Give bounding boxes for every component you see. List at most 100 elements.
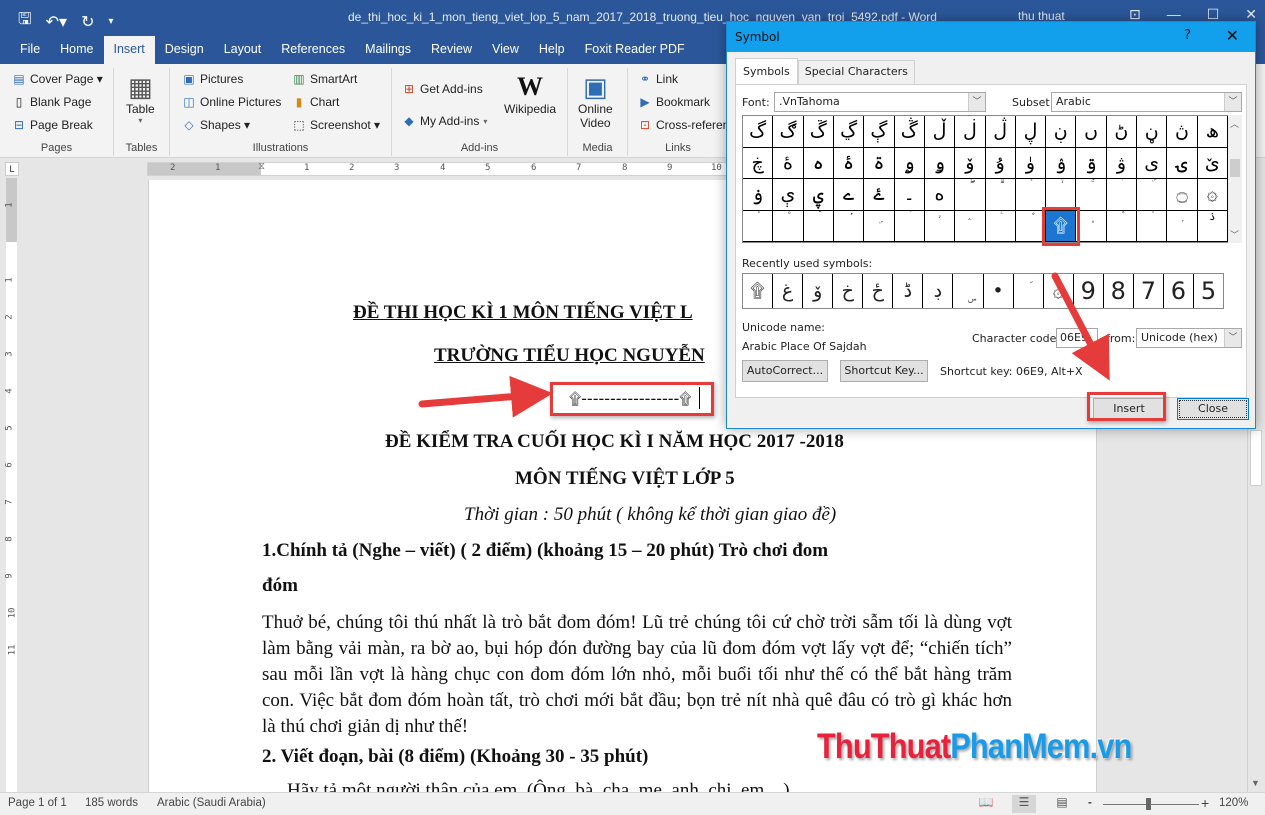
recent-symbol-cell[interactable]: 9: [1074, 274, 1104, 308]
subset-dropdown[interactable]: Arabic ﹀: [1051, 92, 1242, 112]
symbol-cell[interactable]: ۙ: [1046, 179, 1077, 211]
symbol-cell[interactable]: ڵ: [924, 116, 956, 148]
symbol-cell[interactable]: ۧ: [985, 210, 1016, 242]
symbol-cell[interactable]: ں: [1076, 116, 1107, 148]
recent-symbol-cell[interactable]: ۆ: [803, 274, 834, 308]
symbol-cell[interactable]: ۅ: [924, 147, 956, 179]
recent-symbol-cell[interactable]: 7: [1134, 274, 1164, 308]
scroll-up-icon[interactable]: ︿: [1230, 117, 1239, 130]
recent-symbol-cell[interactable]: •: [984, 274, 1014, 308]
redo-icon[interactable]: ↻: [81, 12, 94, 32]
symbol-grid[interactable]: گڰڱڲڳڴڵڶڷڸڹںڻڼڽھ ڿۀہۂۃۄۅۆۇۈۉۊۋیۍێ ۏېۑےۓ۔ەۖ…: [742, 115, 1228, 246]
online-video-button[interactable]: ▣ Online Video: [578, 72, 613, 130]
page-count[interactable]: Page 1 of 1: [8, 797, 67, 809]
shortcut-key-button[interactable]: Shortcut Key...: [840, 360, 928, 382]
symbol-cell[interactable]: ڸ: [1015, 116, 1047, 148]
recent-symbol-cell[interactable]: ؘ: [1014, 274, 1044, 308]
symbol-cell[interactable]: ۖ: [955, 179, 986, 211]
smartart-button[interactable]: ▥ SmartArt: [292, 72, 357, 86]
tab-mailings[interactable]: Mailings: [355, 36, 421, 64]
symbol-cell[interactable]: ی: [1137, 147, 1168, 179]
symbol-cell[interactable]: ۈ: [1015, 147, 1047, 179]
inserted-symbol-line[interactable]: ۩-----------------۩: [569, 389, 692, 409]
recent-symbol-cell[interactable]: غ: [773, 274, 804, 308]
chevron-down-icon[interactable]: ﹀: [1224, 329, 1241, 347]
read-mode-icon[interactable]: 📖: [974, 795, 998, 813]
symbol-grid-scroll-thumb[interactable]: [1230, 159, 1240, 177]
symbol-cell[interactable]: ۠: [773, 210, 804, 242]
tab-references[interactable]: References: [271, 36, 355, 64]
symbol-cell[interactable]: ۜ: [1137, 179, 1168, 211]
symbol-cell[interactable]: ڿ: [743, 147, 774, 179]
symbol-cell[interactable]: ۥ: [924, 210, 956, 242]
language-indicator[interactable]: Arabic (Saudi Arabia): [157, 797, 266, 809]
symbol-cell[interactable]: گ: [743, 116, 774, 148]
zoom-slider-thumb[interactable]: [1146, 798, 1151, 810]
tab-symbols[interactable]: Symbols: [735, 58, 798, 84]
symbol-cell[interactable]: ۗ: [985, 179, 1016, 211]
symbol-cell[interactable]: ۦ: [955, 210, 986, 242]
symbol-cell[interactable]: ۛ: [1106, 179, 1138, 211]
tab-file[interactable]: File: [10, 36, 50, 64]
symbol-cell[interactable]: ۮ: [1197, 210, 1228, 242]
from-dropdown[interactable]: Unicode (hex) ﹀: [1136, 328, 1242, 348]
cross-reference-button[interactable]: ⊡ Cross-referen: [638, 118, 729, 132]
blank-page-button[interactable]: ▯ Blank Page: [12, 95, 92, 109]
recent-symbol-cell[interactable]: ۞: [1044, 274, 1074, 308]
scroll-down-icon[interactable]: ﹀: [1230, 228, 1239, 241]
symbol-cell[interactable]: ھ: [1197, 116, 1228, 148]
symbol-cell[interactable]: ڲ: [833, 116, 865, 148]
symbol-cell[interactable]: ۄ: [894, 147, 925, 179]
cover-page-button[interactable]: ▤ Cover Page ▾: [12, 72, 102, 86]
shapes-button[interactable]: ◇ Shapes ▾: [182, 118, 250, 132]
symbol-cell[interactable]: ۣ: [864, 210, 895, 242]
vertical-scrollbar[interactable]: ▼: [1247, 426, 1263, 792]
pictures-button[interactable]: ▣ Pictures: [182, 72, 243, 86]
tab-help[interactable]: Help: [529, 36, 575, 64]
autocorrect-button[interactable]: AutoCorrect...: [742, 360, 828, 382]
recent-symbol-cell[interactable]: ڈ: [893, 274, 924, 308]
vertical-ruler[interactable]: 1 1 2 3 4 5 6 7 8 9 10 11: [5, 178, 17, 793]
tab-selector[interactable]: L: [5, 162, 19, 176]
symbol-cell[interactable]: ڽ: [1167, 116, 1198, 148]
recent-symbol-cell[interactable]: 6: [1164, 274, 1194, 308]
symbol-cell[interactable]: ہ: [803, 147, 834, 179]
undo-icon[interactable]: ↶▾: [46, 12, 67, 32]
symbol-cell[interactable]: ۤ: [894, 210, 925, 242]
symbol-cell[interactable]: ۑ: [803, 179, 834, 211]
page-break-button[interactable]: ⊟ Page Break: [12, 118, 93, 132]
symbol-cell[interactable]: ۨ: [1015, 210, 1047, 242]
recent-symbol-cell[interactable]: ۣ: [953, 274, 984, 308]
symbol-cell[interactable]: ۉ: [1046, 147, 1077, 179]
recent-symbol-cell[interactable]: خ: [833, 274, 864, 308]
symbol-cell-selected[interactable]: ۩: [1042, 206, 1081, 246]
symbol-cell[interactable]: ۓ: [864, 179, 895, 211]
symbol-grid-scrollbar[interactable]: ︿ ﹀: [1228, 115, 1242, 243]
symbol-cell[interactable]: ە: [924, 179, 956, 211]
symbol-cell[interactable]: ۂ: [833, 147, 865, 179]
zoom-level[interactable]: 120%: [1219, 797, 1248, 809]
chevron-down-icon[interactable]: ﹀: [1224, 93, 1241, 111]
symbol-cell[interactable]: ۫: [1106, 210, 1138, 242]
symbol-cell[interactable]: ۪: [1076, 210, 1107, 242]
get-add-ins-button[interactable]: ⊞ Get Add-ins: [402, 82, 483, 96]
link-button[interactable]: ⚭ Link: [638, 72, 678, 86]
symbol-cell[interactable]: ڹ: [1046, 116, 1077, 148]
symbol-cell[interactable]: ڴ: [894, 116, 925, 148]
tab-view[interactable]: View: [482, 36, 529, 64]
online-pictures-button[interactable]: ◫ Online Pictures: [182, 95, 281, 109]
help-icon[interactable]: ?: [1184, 28, 1191, 43]
symbol-cell[interactable]: ۢ: [833, 210, 865, 242]
tab-insert[interactable]: Insert: [103, 36, 155, 64]
recent-symbol-cell[interactable]: 8: [1104, 274, 1134, 308]
customize-qat-icon[interactable]: ▾: [108, 16, 113, 27]
close-button[interactable]: Close: [1177, 398, 1249, 420]
chevron-down-icon[interactable]: ﹀: [968, 93, 985, 111]
tab-special-characters[interactable]: Special Characters: [797, 60, 915, 84]
recent-symbol-cell[interactable]: ځ: [863, 274, 894, 308]
recent-symbol-cell[interactable]: ڊ: [923, 274, 954, 308]
tab-design[interactable]: Design: [155, 36, 214, 64]
indent-marker[interactable]: ⧖: [258, 161, 265, 172]
tab-foxit-reader-pdf[interactable]: Foxit Reader PDF: [575, 36, 695, 64]
scrollbar-thumb[interactable]: [1250, 430, 1262, 486]
